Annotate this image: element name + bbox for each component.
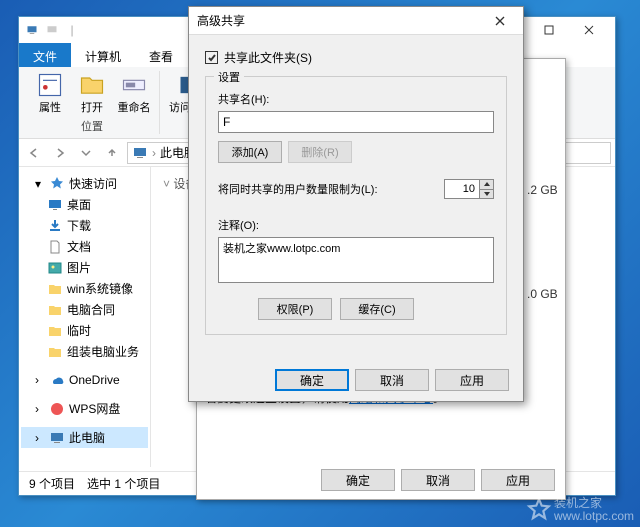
folder-icon bbox=[47, 281, 63, 297]
sidebar-item-temp[interactable]: 临时 bbox=[21, 320, 148, 341]
user-limit-label: 将同时共享的用户数量限制为(L): bbox=[218, 181, 444, 197]
props-apply-button[interactable]: 应用 bbox=[481, 469, 555, 491]
sidebar-item-onedrive[interactable]: ›OneDrive bbox=[21, 370, 148, 390]
folder-icon bbox=[47, 323, 63, 339]
maximize-button[interactable] bbox=[529, 17, 569, 43]
size-badge: .2 GB bbox=[527, 183, 558, 197]
cache-button[interactable]: 缓存(C) bbox=[340, 298, 414, 320]
size-badge: .0 GB bbox=[527, 287, 558, 301]
folder-icon bbox=[47, 344, 63, 360]
desktop-icon bbox=[47, 197, 63, 213]
close-button[interactable] bbox=[485, 9, 515, 33]
advanced-sharing-dialog: 高级共享 共享此文件夹(S) 设置 共享名(H): 添加(A) 删除(R) 将同… bbox=[188, 6, 524, 402]
sidebar-item-win-images[interactable]: win系统镜像 bbox=[21, 278, 148, 299]
sidebar-item-pictures[interactable]: 图片 bbox=[21, 257, 148, 278]
star-icon bbox=[49, 176, 65, 192]
nav-up[interactable] bbox=[101, 142, 123, 164]
sidebar-item-assembly[interactable]: 组装电脑业务 bbox=[21, 341, 148, 362]
nav-recent[interactable] bbox=[75, 142, 97, 164]
sidebar-item-documents[interactable]: 文档 bbox=[21, 236, 148, 257]
ribbon-group-caption: 位置 bbox=[81, 118, 103, 134]
share-name-input[interactable] bbox=[218, 111, 494, 133]
sidebar-item-this-pc[interactable]: ›此电脑 bbox=[21, 427, 148, 448]
settings-group-title: 设置 bbox=[214, 69, 244, 85]
ribbon-label: 属性 bbox=[39, 99, 61, 115]
user-limit-value[interactable]: 10 bbox=[445, 180, 479, 198]
pc-icon bbox=[25, 23, 39, 37]
tab-computer[interactable]: 计算机 bbox=[71, 43, 135, 67]
ribbon-properties[interactable]: 属性 bbox=[31, 71, 69, 115]
adv-ok-button[interactable]: 确定 bbox=[275, 369, 349, 391]
settings-group: 设置 共享名(H): 添加(A) 删除(R) 将同时共享的用户数量限制为(L):… bbox=[205, 76, 507, 335]
nav-forward[interactable] bbox=[49, 142, 71, 164]
add-button[interactable]: 添加(A) bbox=[218, 141, 282, 163]
adv-titlebar: 高级共享 bbox=[189, 7, 523, 35]
ribbon-label: 打开 bbox=[81, 99, 103, 115]
cloud-icon bbox=[49, 372, 65, 388]
adv-title-text: 高级共享 bbox=[197, 12, 485, 29]
folder-icon bbox=[47, 302, 63, 318]
picture-icon bbox=[47, 260, 63, 276]
dropdown-icon[interactable] bbox=[45, 23, 59, 37]
checkbox-checked-icon[interactable] bbox=[205, 51, 218, 64]
sidebar: ▾快速访问 桌面 下载 文档 图片 win系统镜像 电脑合同 临时 组装电脑业务… bbox=[19, 167, 151, 467]
permissions-button[interactable]: 权限(P) bbox=[258, 298, 332, 320]
sidebar-item-contracts[interactable]: 电脑合同 bbox=[21, 299, 148, 320]
sidebar-item-wps[interactable]: ›WPS网盘 bbox=[21, 398, 148, 419]
star-icon bbox=[526, 497, 552, 523]
spinner-up[interactable] bbox=[479, 180, 493, 190]
ribbon-rename[interactable]: 重命名 bbox=[115, 71, 153, 115]
adv-apply-button[interactable]: 应用 bbox=[435, 369, 509, 391]
props-ok-button[interactable]: 确定 bbox=[321, 469, 395, 491]
qat-divider: | bbox=[65, 23, 79, 37]
adv-cancel-button[interactable]: 取消 bbox=[355, 369, 429, 391]
comment-label: 注释(O): bbox=[218, 217, 494, 233]
share-name-label: 共享名(H): bbox=[218, 91, 494, 107]
share-folder-checkbox-row[interactable]: 共享此文件夹(S) bbox=[205, 49, 507, 66]
close-button[interactable] bbox=[569, 17, 609, 43]
tab-file[interactable]: 文件 bbox=[19, 43, 71, 67]
remove-button[interactable]: 删除(R) bbox=[288, 141, 352, 163]
sidebar-item-quick-access[interactable]: ▾快速访问 bbox=[21, 173, 148, 194]
status-selected: 选中 1 个项目 bbox=[87, 475, 160, 492]
ribbon-open[interactable]: 打开 bbox=[73, 71, 111, 115]
nav-back[interactable] bbox=[23, 142, 45, 164]
tab-view[interactable]: 查看 bbox=[135, 43, 187, 67]
sidebar-item-downloads[interactable]: 下载 bbox=[21, 215, 148, 236]
status-items: 9 个项目 bbox=[29, 475, 75, 492]
watermark: 装机之家 www.lotpc.com bbox=[526, 497, 634, 523]
user-limit-spinner[interactable]: 10 bbox=[444, 179, 494, 199]
wps-icon bbox=[49, 401, 65, 417]
comment-input[interactable] bbox=[218, 237, 494, 283]
document-icon bbox=[47, 239, 63, 255]
props-cancel-button[interactable]: 取消 bbox=[401, 469, 475, 491]
sidebar-item-desktop[interactable]: 桌面 bbox=[21, 194, 148, 215]
download-icon bbox=[47, 218, 63, 234]
share-folder-label: 共享此文件夹(S) bbox=[224, 49, 312, 66]
ribbon-label: 重命名 bbox=[118, 99, 151, 115]
pc-icon bbox=[132, 145, 148, 161]
drive-size-strip: .2 GB .0 GB .0 GB bbox=[525, 179, 565, 459]
pc-icon bbox=[49, 430, 65, 446]
spinner-down[interactable] bbox=[479, 190, 493, 199]
